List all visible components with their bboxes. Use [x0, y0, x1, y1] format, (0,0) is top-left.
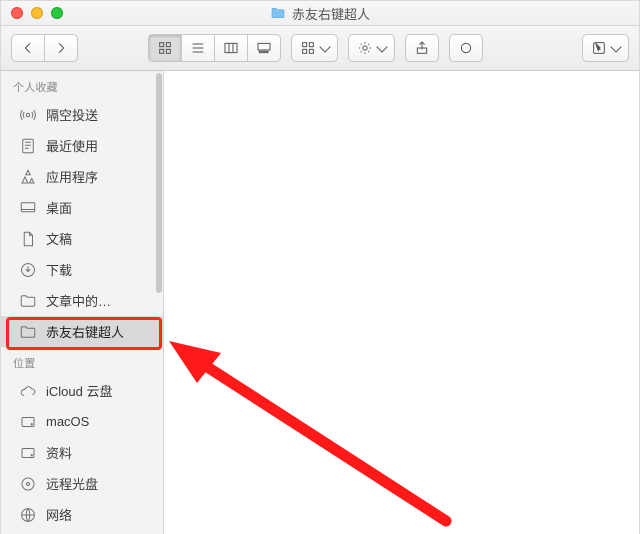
- window-body: 个人收藏 隔空投送 最近使用 应用程序: [1, 71, 639, 534]
- sidebar-scrollbar[interactable]: [155, 71, 163, 534]
- sidebar-item-macos[interactable]: macOS: [1, 406, 163, 437]
- toolbar: [1, 26, 639, 71]
- view-icons-button[interactable]: [149, 35, 181, 61]
- view-gallery-button[interactable]: [247, 35, 280, 61]
- sidebar-item-chiyou-superman[interactable]: 赤友右键超人: [1, 316, 163, 347]
- window-title: 赤友右键超人: [270, 4, 370, 23]
- folder-icon: [270, 5, 286, 21]
- sidebar-item-label: 隔空投送: [46, 105, 98, 124]
- dropzone-button[interactable]: [582, 34, 629, 62]
- close-button[interactable]: [11, 7, 23, 19]
- content-area[interactable]: [164, 71, 639, 534]
- action-menu-button[interactable]: [348, 34, 395, 62]
- nav-buttons: [11, 34, 78, 62]
- sidebar-section-favorites: 个人收藏: [1, 71, 163, 99]
- sidebar-item-network[interactable]: 网络: [1, 499, 163, 530]
- sidebar: 个人收藏 隔空投送 最近使用 应用程序: [1, 71, 164, 534]
- group-by-button[interactable]: [291, 34, 338, 62]
- titlebar: 赤友右键超人: [1, 1, 639, 26]
- disk-icon: [19, 444, 37, 462]
- chevron-down-icon: [319, 41, 330, 52]
- sidebar-item-label: 网络: [46, 505, 72, 524]
- sidebar-favorites-list: 隔空投送 最近使用 应用程序 桌面: [1, 99, 163, 347]
- desktop-icon: [19, 199, 37, 217]
- sidebar-item-downloads[interactable]: 下载: [1, 254, 163, 285]
- disk-icon: [19, 413, 37, 431]
- sidebar-item-label: 应用程序: [46, 167, 98, 186]
- window-title-text: 赤友右键超人: [292, 4, 370, 23]
- applications-icon: [19, 168, 37, 186]
- sidebar-item-label: macOS: [46, 414, 89, 429]
- cloud-icon: [19, 382, 37, 400]
- sidebar-item-label: 文稿: [46, 229, 72, 248]
- share-button[interactable]: [405, 34, 439, 62]
- sidebar-item-desktop[interactable]: 桌面: [1, 192, 163, 223]
- fullscreen-button[interactable]: [51, 7, 63, 19]
- scrollbar-thumb[interactable]: [156, 73, 162, 293]
- sidebar-item-label: iCloud 云盘: [46, 381, 112, 400]
- downloads-icon: [19, 261, 37, 279]
- documents-icon: [19, 230, 37, 248]
- view-mode-buttons: [148, 34, 281, 62]
- network-icon: [19, 506, 37, 524]
- sidebar-item-label: 赤友右键超人: [46, 322, 124, 341]
- optical-disc-icon: [19, 475, 37, 493]
- sidebar-item-label: 桌面: [46, 198, 72, 217]
- sidebar-item-airdrop[interactable]: 隔空投送: [1, 99, 163, 130]
- sidebar-item-applications[interactable]: 应用程序: [1, 161, 163, 192]
- sidebar-item-label: 下载: [46, 260, 72, 279]
- sidebar-item-documents[interactable]: 文稿: [1, 223, 163, 254]
- sidebar-item-label: 远程光盘: [46, 474, 98, 493]
- folder-icon: [19, 292, 37, 310]
- sidebar-item-icloud[interactable]: iCloud 云盘: [1, 375, 163, 406]
- chevron-down-icon: [610, 41, 621, 52]
- view-list-button[interactable]: [181, 35, 214, 61]
- window-controls: [11, 7, 63, 19]
- sidebar-section-locations: 位置: [1, 347, 163, 375]
- minimize-button[interactable]: [31, 7, 43, 19]
- tags-button[interactable]: [449, 34, 483, 62]
- sidebar-item-recents[interactable]: 最近使用: [1, 130, 163, 161]
- forward-button[interactable]: [44, 35, 77, 61]
- chevron-down-icon: [376, 41, 387, 52]
- sidebar-item-remote-disc[interactable]: 远程光盘: [1, 468, 163, 499]
- recents-icon: [19, 137, 37, 155]
- sidebar-item-folder-articles[interactable]: 文章中的…: [1, 285, 163, 316]
- back-button[interactable]: [12, 35, 44, 61]
- view-columns-button[interactable]: [214, 35, 247, 61]
- finder-window: 赤友右键超人: [0, 0, 640, 534]
- folder-icon: [19, 323, 37, 341]
- sidebar-item-data[interactable]: 资料: [1, 437, 163, 468]
- sidebar-item-label: 文章中的…: [46, 291, 111, 310]
- airdrop-icon: [19, 106, 37, 124]
- sidebar-locations-list: iCloud 云盘 macOS 资料 远程光盘: [1, 375, 163, 530]
- sidebar-item-label: 资料: [46, 443, 72, 462]
- sidebar-item-label: 最近使用: [46, 136, 98, 155]
